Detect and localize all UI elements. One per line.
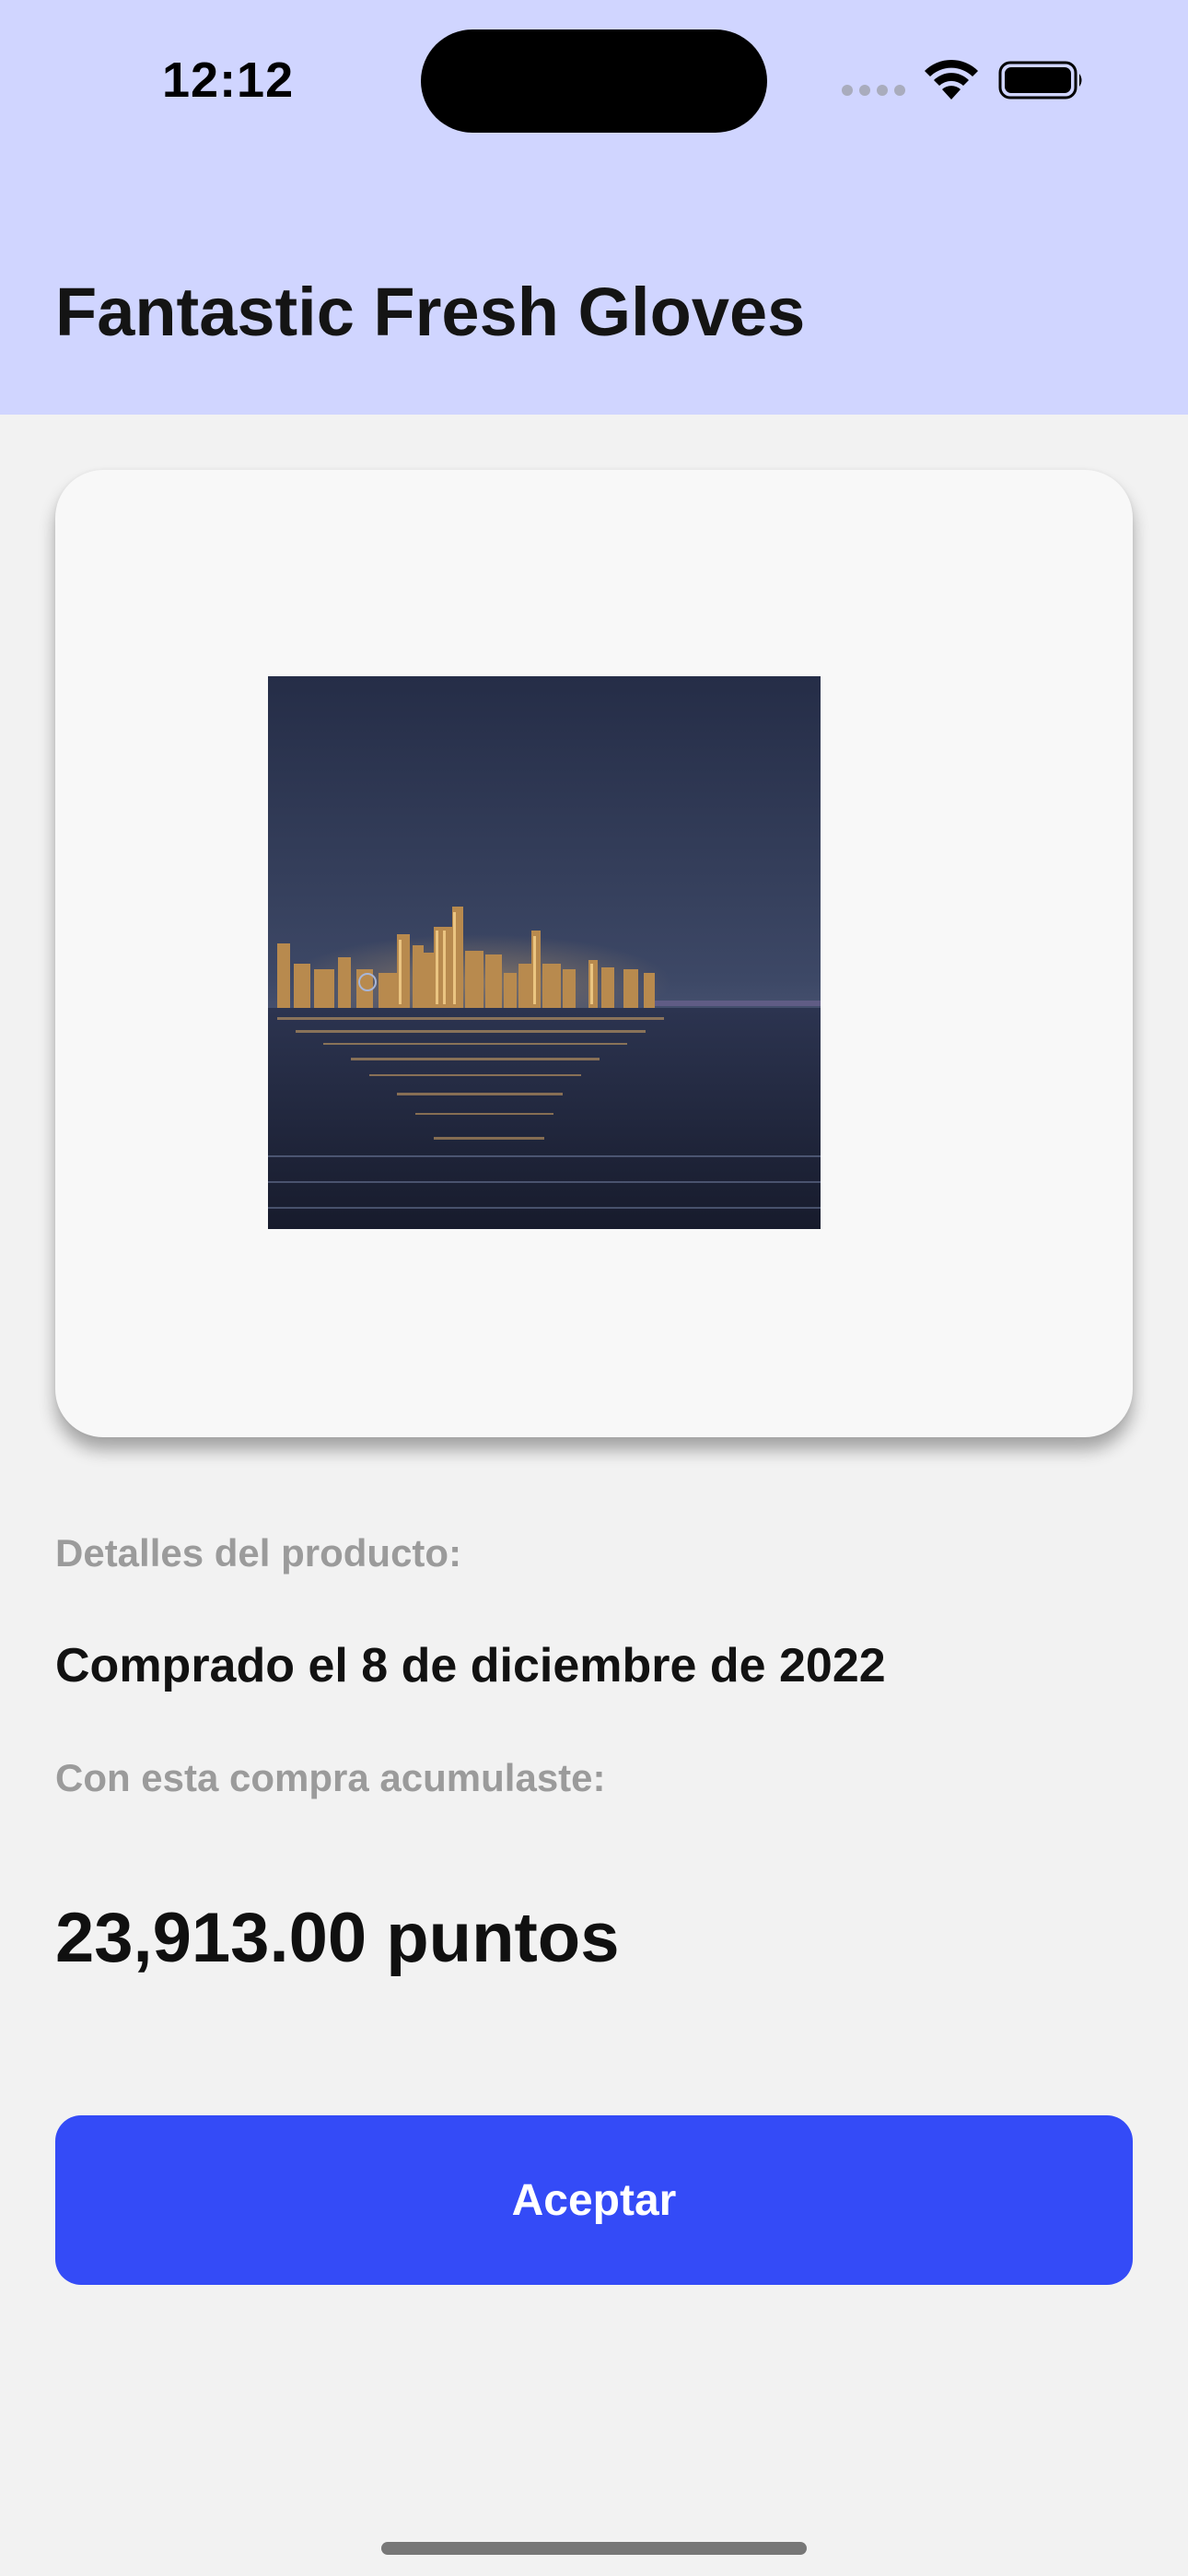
- battery-icon: [998, 61, 1082, 100]
- page-title: Fantastic Fresh Gloves: [55, 274, 806, 350]
- product-image: [268, 676, 821, 1229]
- dynamic-island: [421, 29, 767, 133]
- product-details-label: Detalles del producto:: [55, 1531, 462, 1575]
- status-time: 12:12: [162, 53, 295, 108]
- city-skyline-photo-icon: [268, 676, 821, 1229]
- product-image-card: [55, 470, 1133, 1437]
- points-value: 23,913.00 puntos: [55, 1899, 620, 1977]
- home-indicator[interactable]: [381, 2542, 807, 2555]
- points-earned-label: Con esta compra acumulaste:: [55, 1756, 606, 1799]
- accept-button[interactable]: Aceptar: [55, 2115, 1133, 2285]
- header-bar: 12:12 Fantastic Fresh Gloves: [0, 0, 1188, 415]
- cellular-signal-icon: [842, 85, 906, 98]
- purchase-date: Comprado el 8 de diciembre de 2022: [55, 1639, 886, 1692]
- wifi-icon: [925, 59, 978, 100]
